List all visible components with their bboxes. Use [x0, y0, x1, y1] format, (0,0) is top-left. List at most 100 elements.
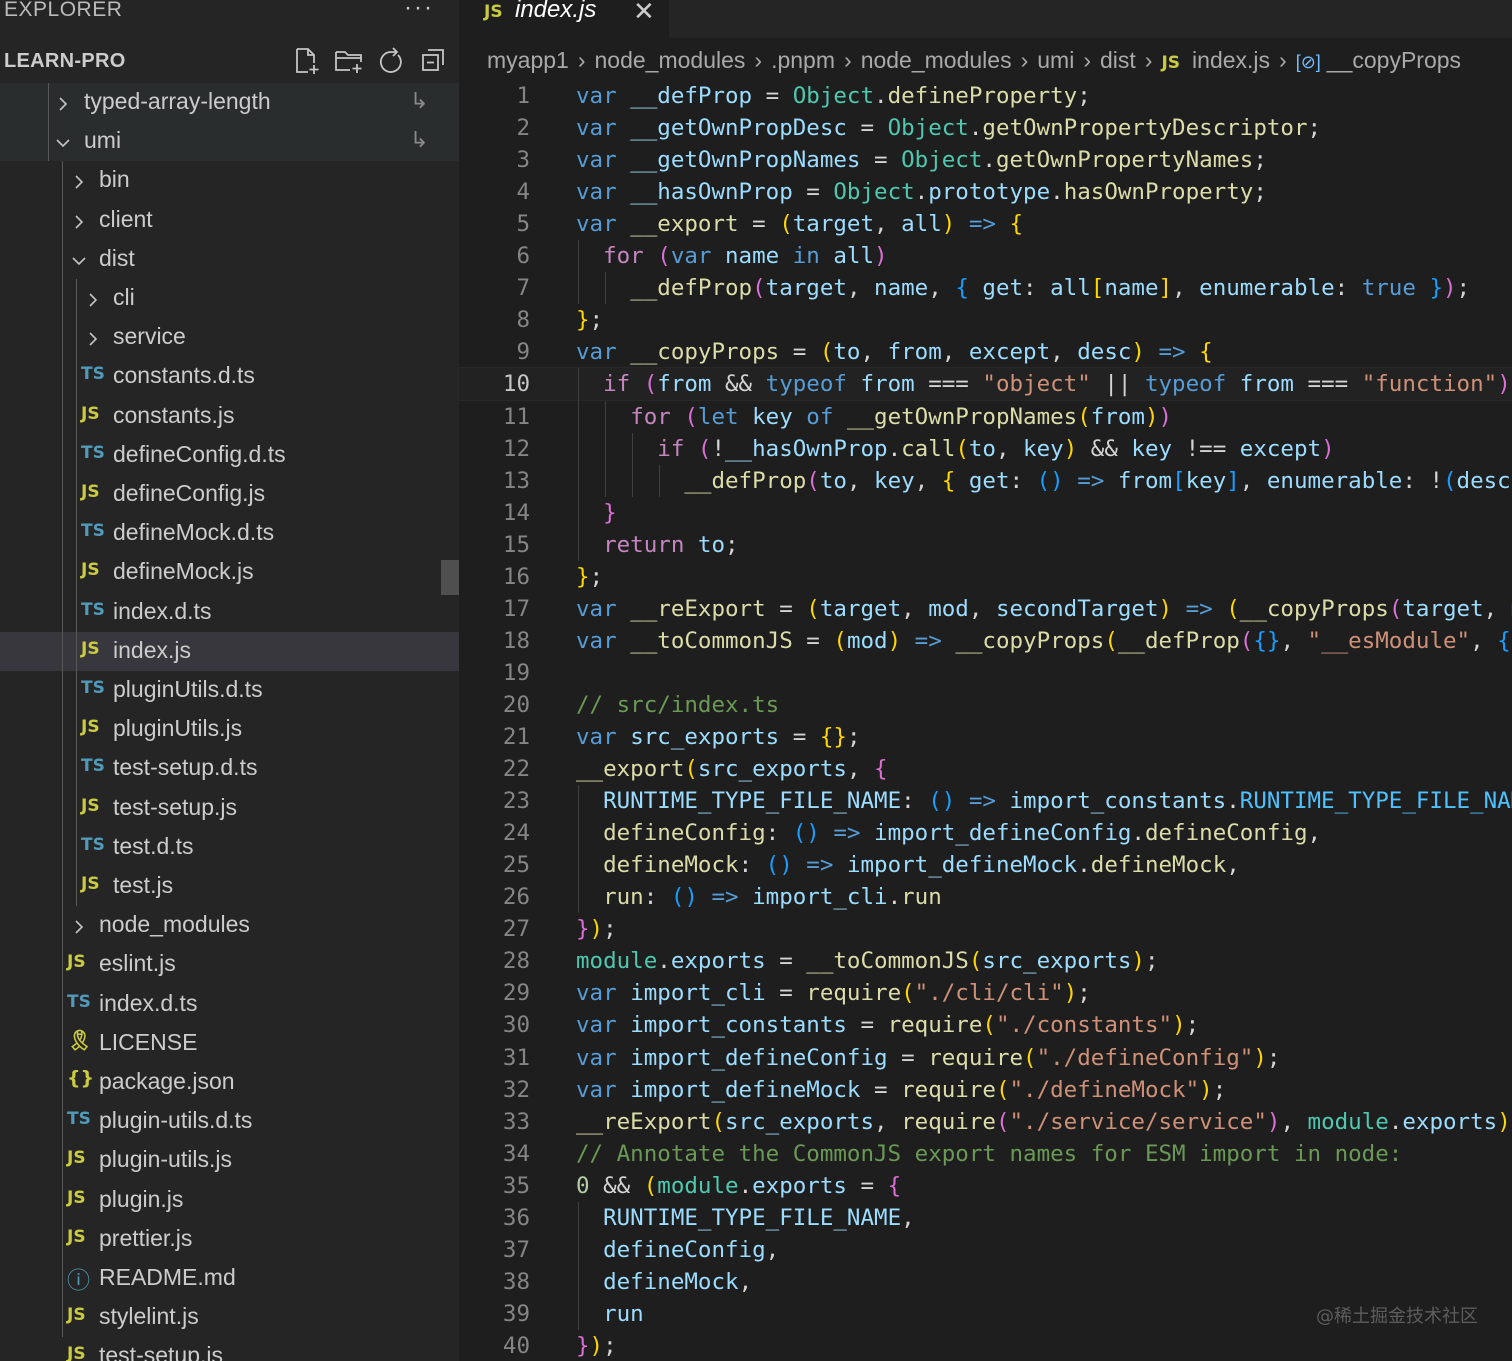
- code-line[interactable]: 28 module.exports = __toCommonJS(src_expo…: [459, 945, 1512, 977]
- code-line[interactable]: 24 defineConfig: () => import_defineConf…: [459, 817, 1512, 849]
- folder-typed-array-length[interactable]: typed-array-length ↳: [0, 83, 459, 122]
- breadcrumb-segment[interactable]: .pnpm: [771, 47, 835, 73]
- code-line[interactable]: 40});: [459, 1330, 1512, 1361]
- collapse-all-icon[interactable]: [419, 46, 449, 76]
- code-line[interactable]: 5 var __export = (target, all) => {: [459, 208, 1512, 240]
- code-line[interactable]: 33 __reExport(src_exports, require("./ser…: [459, 1106, 1512, 1138]
- code-line[interactable]: 4 var __hasOwnProp = Object.prototype.has…: [459, 176, 1512, 208]
- refresh-icon[interactable]: [376, 46, 406, 76]
- breadcrumb-file[interactable]: index.js: [1192, 47, 1270, 73]
- code-line[interactable]: 25 defineMock: () => import_defineMock.d…: [459, 849, 1512, 881]
- folder-bin[interactable]: bin: [0, 161, 459, 200]
- file-stylelint-js[interactable]: JS stylelint.js: [0, 1298, 459, 1337]
- breadcrumb-segment[interactable]: myapp1: [487, 47, 569, 73]
- code-line[interactable]: 20 // src/index.ts: [459, 689, 1512, 721]
- code-line[interactable]: 9 var __copyProps = (to, from, except, de…: [459, 336, 1512, 368]
- file-package-json[interactable]: {} package.json: [0, 1063, 459, 1102]
- code-line[interactable]: 6 for (var name in all): [459, 240, 1512, 272]
- code-token: (: [806, 595, 820, 622]
- code-line[interactable]: 36 RUNTIME_TYPE_FILE_NAME,: [459, 1202, 1512, 1234]
- code-line[interactable]: 16};: [459, 561, 1512, 593]
- code-line[interactable]: 2 var __getOwnPropDesc = Object.getOwnPro…: [459, 112, 1512, 144]
- file-defineconfig-js[interactable]: JS defineConfig.js: [0, 475, 459, 514]
- folder-node-modules[interactable]: node_modules: [0, 906, 459, 945]
- tab-index-js[interactable]: JS index.js ✕: [459, 0, 669, 38]
- folder-umi[interactable]: umi ↳: [0, 122, 459, 162]
- line-number: 31: [502, 1044, 530, 1071]
- file-test-setup-js[interactable]: JS test-setup.js: [0, 1337, 459, 1361]
- code-line[interactable]: 13 __defProp(to, key, { get: () => from[…: [459, 465, 1512, 497]
- breadcrumb-segment[interactable]: umi: [1037, 47, 1074, 73]
- code-line[interactable]: 29 var import_cli = require("./cli/cli");: [459, 977, 1512, 1009]
- file-eslint-js[interactable]: JS eslint.js: [0, 945, 459, 984]
- close-icon[interactable]: ✕: [633, 0, 655, 27]
- file-readme-md[interactable]: ⓘ README.md: [0, 1259, 459, 1298]
- code-line[interactable]: 35 0 && (module.exports = {: [459, 1170, 1512, 1202]
- code-line[interactable]: 11 for (let key of __getOwnPropNames(fro…: [459, 401, 1512, 433]
- file-plugin-utils-js[interactable]: JS plugin-utils.js: [0, 1141, 459, 1180]
- folder-dist[interactable]: dist: [0, 240, 459, 279]
- file-defineconfig-d-ts[interactable]: TS defineConfig.d.ts: [0, 436, 459, 475]
- code-line[interactable]: 3 var __getOwnPropNames = Object.getOwnPr…: [459, 144, 1512, 176]
- code-line[interactable]: 15 return to;: [459, 529, 1512, 561]
- code-line[interactable]: 22 __export(src_exports, {: [459, 753, 1512, 785]
- file-test-setup-d-ts[interactable]: TS test-setup.d.ts: [0, 749, 459, 788]
- code-line[interactable]: 8};: [459, 304, 1512, 336]
- breadcrumb-symbol[interactable]: __copyProps: [1327, 47, 1461, 73]
- code-token: var: [576, 211, 631, 238]
- folder-cli[interactable]: cli: [0, 279, 459, 318]
- file-plugin-js[interactable]: JS plugin.js: [0, 1181, 459, 1220]
- code-text: if (!__hasOwnProp.call(to, key) && key !…: [576, 436, 1334, 462]
- file-prettier-js[interactable]: JS prettier.js: [0, 1220, 459, 1259]
- code-line[interactable]: 10 if (from && typeof from === "object" …: [458, 367, 1512, 402]
- file-test-js[interactable]: JS test.js: [0, 867, 459, 906]
- file-pluginutils-js[interactable]: JS pluginUtils.js: [0, 710, 459, 749]
- file-index-d-ts[interactable]: TS index.d.ts: [0, 593, 459, 632]
- code-token: =: [779, 724, 820, 750]
- code-line[interactable]: 7 __defProp(target, name, { get: all[nam…: [459, 272, 1512, 304]
- code-line[interactable]: 23 RUNTIME_TYPE_FILE_NAME: () => import_…: [459, 785, 1512, 817]
- code-line[interactable]: 18 var __toCommonJS = (mod) => __copyProp…: [459, 625, 1512, 657]
- file-test-d-ts[interactable]: TS test.d.ts: [0, 828, 459, 867]
- explorer-sidebar: EXPLORER ··· LEARN-PRO typed-array-lengt…: [0, 0, 459, 1361]
- file-pluginutils-d-ts[interactable]: TS pluginUtils.d.ts: [0, 671, 459, 710]
- file-constants-d-ts[interactable]: TS constants.d.ts: [0, 357, 459, 396]
- breadcrumb-segment[interactable]: dist: [1100, 47, 1136, 73]
- code-line[interactable]: 17 var __reExport = (target, mod, secondT…: [459, 593, 1512, 625]
- file-index-d-ts[interactable]: TS index.d.ts: [0, 985, 459, 1024]
- code-line[interactable]: 19: [459, 657, 1512, 689]
- file-license[interactable]: 🎗 LICENSE: [0, 1024, 459, 1063]
- new-file-icon[interactable]: [291, 46, 321, 76]
- code-line[interactable]: 12 if (!__hasOwnProp.call(to, key) && ke…: [459, 433, 1512, 465]
- more-actions-icon[interactable]: ···: [404, 0, 434, 22]
- code-line[interactable]: 32 var import_defineMock = require("./def…: [459, 1074, 1512, 1106]
- new-folder-icon[interactable]: [334, 46, 364, 76]
- code-line[interactable]: 37 defineConfig,: [459, 1234, 1512, 1266]
- breadcrumb-segment[interactable]: node_modules: [861, 47, 1012, 73]
- code-token: var: [576, 339, 631, 366]
- file-constants-js[interactable]: JS constants.js: [0, 397, 459, 436]
- file-index-js[interactable]: JS index.js: [0, 631, 459, 671]
- project-header[interactable]: LEARN-PRO: [0, 42, 459, 82]
- folder-service[interactable]: service: [0, 318, 459, 357]
- code-line[interactable]: 38 defineMock,: [459, 1266, 1512, 1298]
- file-definemock-js[interactable]: JS defineMock.js: [0, 553, 459, 592]
- file-definemock-d-ts[interactable]: TS defineMock.d.ts: [0, 514, 459, 553]
- code-line[interactable]: 30 var import_constants = require("./cons…: [459, 1009, 1512, 1041]
- breadcrumb-segment[interactable]: node_modules: [595, 47, 746, 73]
- code-line[interactable]: 21 var src_exports = {};: [459, 721, 1512, 753]
- code-line[interactable]: 27});: [459, 913, 1512, 945]
- folder-client[interactable]: client: [0, 201, 459, 240]
- code-token: src_exports: [697, 756, 847, 783]
- code-line[interactable]: 14 }: [459, 497, 1512, 529]
- code-token: __defProp: [684, 467, 807, 494]
- code-line[interactable]: 34 // Annotate the CommonJS export names …: [459, 1138, 1512, 1170]
- code-token: Object: [792, 83, 875, 109]
- sidebar-scrollbar[interactable]: [441, 560, 459, 595]
- code-line[interactable]: 26 run: () => import_cli.run: [459, 881, 1512, 913]
- code-token: ): [874, 243, 888, 270]
- code-line[interactable]: 31 var import_defineConfig = require("./d…: [459, 1042, 1512, 1074]
- code-line[interactable]: 1 var __defProp = Object.defineProperty;: [459, 80, 1512, 112]
- file-plugin-utils-d-ts[interactable]: TS plugin-utils.d.ts: [0, 1102, 459, 1141]
- file-test-setup-js[interactable]: JS test-setup.js: [0, 789, 459, 828]
